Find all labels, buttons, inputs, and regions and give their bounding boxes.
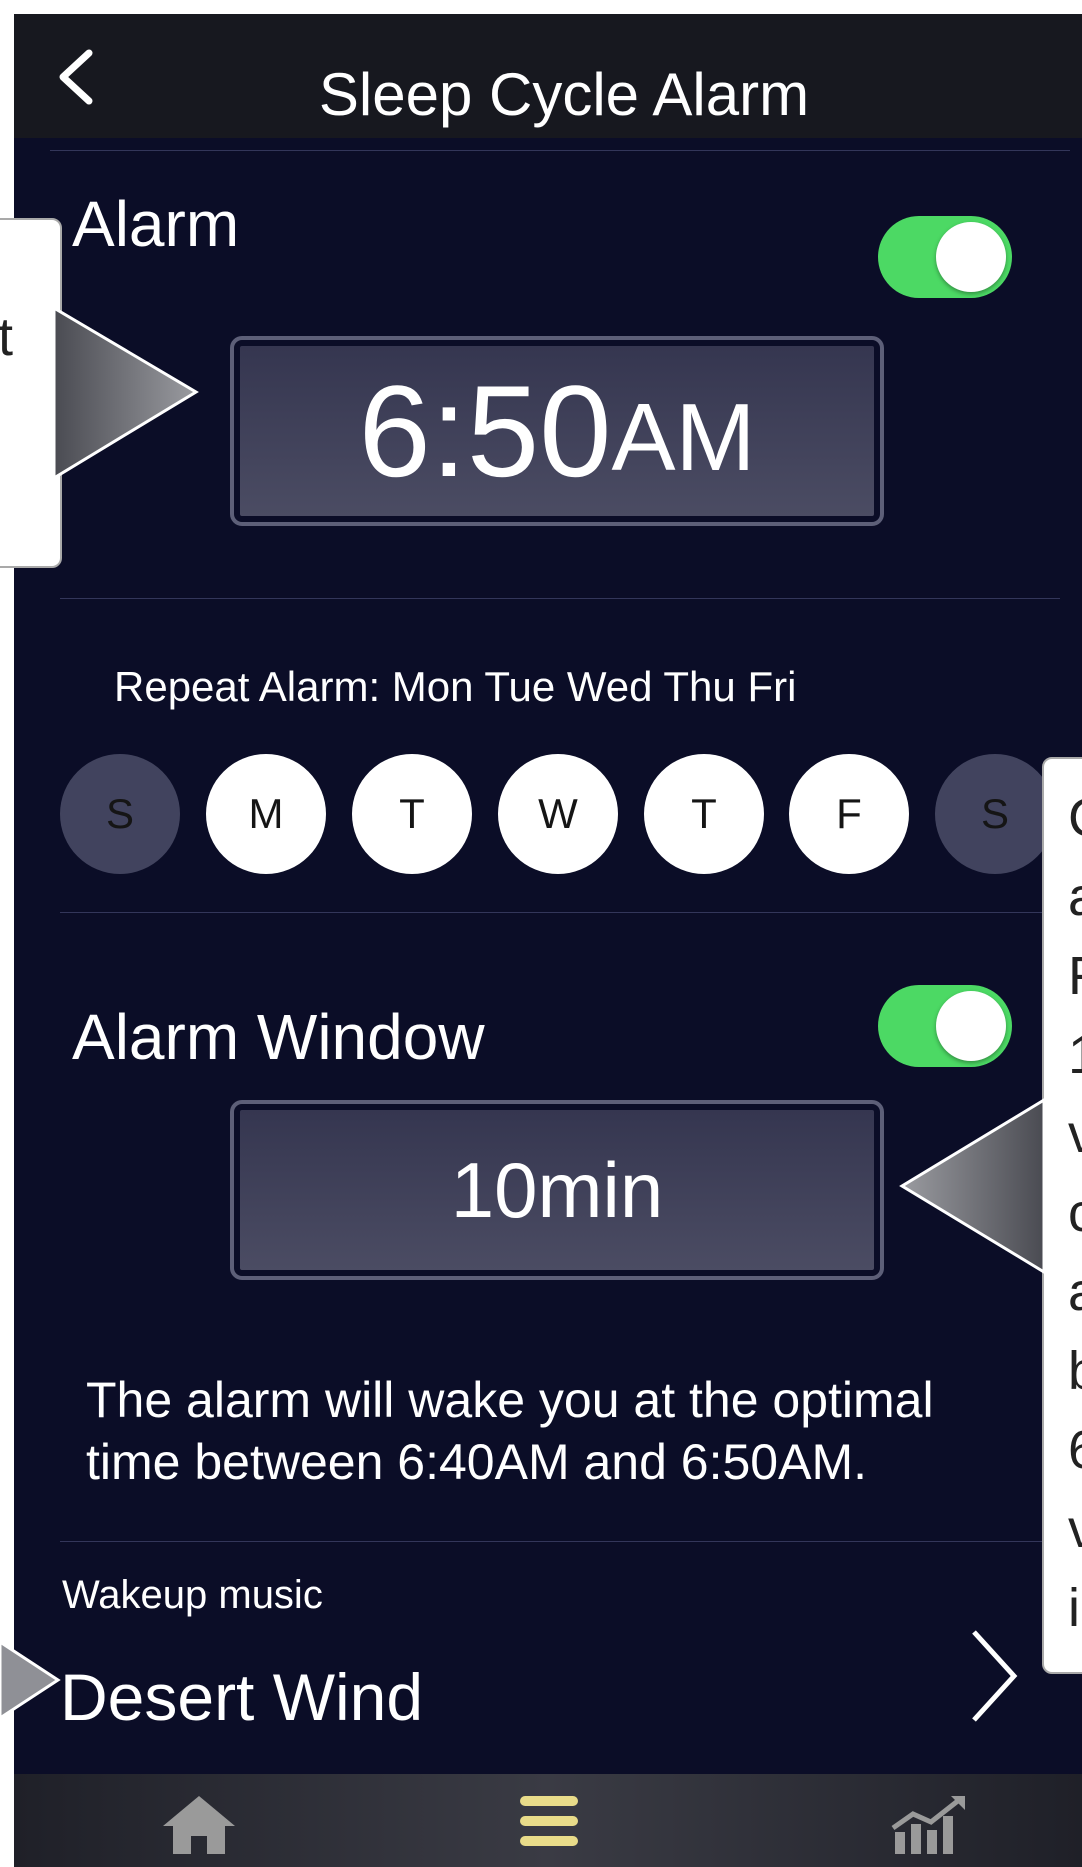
tooltip-line: c: [1068, 1174, 1082, 1253]
day-tuesday-button[interactable]: T: [352, 754, 472, 874]
tab-bar: [14, 1774, 1082, 1867]
tooltip-line: a: [1068, 1253, 1082, 1332]
tooltip-line: a: [1068, 858, 1082, 937]
tooltip-left-arrow: [54, 306, 199, 480]
alarm-ampm: AM: [611, 384, 756, 491]
tooltip-line: F: [1068, 937, 1082, 1016]
tooltip-line: b: [1068, 1332, 1082, 1411]
day-letter: S: [980, 790, 1009, 837]
day-letter: T: [691, 790, 717, 837]
page-title: Sleep Cycle Alarm: [318, 61, 810, 128]
tooltip-music-arrow: [0, 1640, 61, 1720]
app-screen: Sleep Cycle Alarm Alarm 6:50 AM Repeat A…: [14, 14, 1082, 1867]
tooltip-right-text: C a F 1 v c a b 6 v ir c: [1068, 779, 1082, 1672]
menu-icon: [520, 1796, 578, 1846]
day-wednesday-button[interactable]: W: [498, 754, 618, 874]
day-monday-button[interactable]: M: [206, 754, 326, 874]
day-letter: F: [836, 790, 862, 837]
tooltip-line: c: [1068, 1648, 1082, 1672]
back-button[interactable]: [40, 42, 110, 112]
alarm-window-toggle[interactable]: [878, 985, 1012, 1067]
nav-bar: Sleep Cycle Alarm: [14, 14, 1082, 138]
tooltip-line: 1: [1068, 1016, 1082, 1095]
divider: [60, 1541, 1060, 1542]
day-letter: S: [105, 790, 134, 837]
home-icon: [163, 1796, 235, 1854]
day-friday-button[interactable]: F: [789, 754, 909, 874]
divider: [60, 912, 1060, 913]
tooltip-line: v: [1068, 1490, 1082, 1569]
day-letter: M: [248, 790, 284, 837]
alarm-window-description: The alarm will wake you at the optimal t…: [86, 1372, 934, 1490]
tooltip-right-arrow: [899, 1098, 1046, 1275]
day-letter: W: [538, 790, 578, 837]
chart-icon: [891, 1796, 965, 1854]
tooltip-line: C: [1068, 779, 1082, 858]
repeat-summary: Repeat Alarm: Mon Tue Wed Thu Fri: [114, 663, 797, 710]
tooltip-left-text: t: [0, 298, 13, 377]
toggle-knob: [936, 222, 1006, 292]
alarm-time-picker[interactable]: 6:50 AM: [230, 336, 884, 526]
tooltip-line: v: [1068, 1095, 1082, 1174]
alarm-window-picker[interactable]: 10min: [230, 1100, 884, 1280]
wakeup-music-label: Wakeup music: [62, 1573, 323, 1617]
tooltip-left: t: [0, 218, 62, 568]
chevron-left-icon: [59, 49, 93, 105]
divider: [50, 150, 1070, 151]
alarm-time: 6:50: [358, 358, 612, 504]
tab-home[interactable]: [144, 1792, 254, 1862]
alarm-toggle[interactable]: [878, 216, 1012, 298]
alarm-title: Alarm: [72, 188, 240, 260]
day-saturday-button[interactable]: S: [935, 754, 1055, 874]
chevron-right-icon[interactable]: [966, 1626, 1026, 1726]
tooltip-right: C a F 1 v c a b 6 v ir c: [1042, 757, 1082, 1674]
day-sunday-button[interactable]: S: [60, 754, 180, 874]
tab-menu[interactable]: [494, 1792, 604, 1862]
wakeup-music-value[interactable]: Desert Wind: [60, 1659, 423, 1735]
day-letter: T: [399, 790, 425, 837]
tooltip-line: 6: [1068, 1411, 1082, 1490]
toggle-knob: [936, 991, 1006, 1061]
tooltip-line: ir: [1068, 1578, 1082, 1638]
divider: [60, 598, 1060, 599]
alarm-window-title: Alarm Window: [72, 1001, 485, 1073]
day-thursday-button[interactable]: T: [644, 754, 764, 874]
alarm-window-value: 10min: [450, 1146, 664, 1234]
tab-stats[interactable]: [874, 1792, 984, 1862]
